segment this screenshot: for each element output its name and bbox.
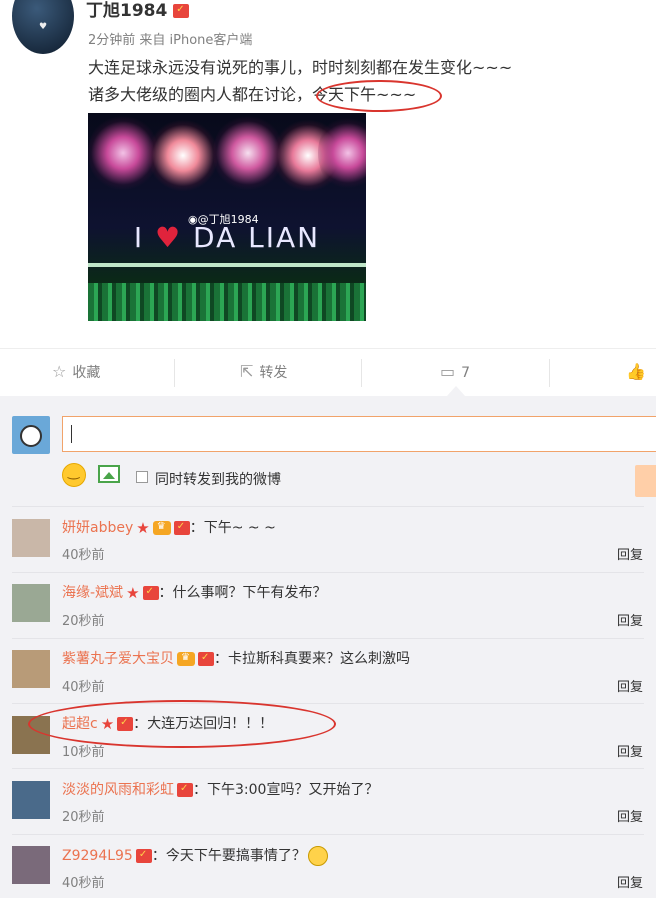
vip-badge-icon	[173, 521, 190, 535]
forward-checkbox[interactable]	[136, 471, 148, 483]
crown-badge-icon	[177, 652, 195, 666]
reply-button[interactable]: 回复	[617, 741, 643, 760]
star-icon: ☆	[52, 362, 67, 381]
comment-icon: ▭	[440, 362, 456, 381]
thinking-emoji-icon	[307, 846, 328, 866]
divider	[12, 506, 644, 507]
water-reflection-graphic	[88, 283, 366, 321]
post-image[interactable]: ◉@丁旭1984 I ♥ DA LIAN	[88, 113, 366, 321]
vip-badge-icon	[177, 783, 193, 797]
commenter-name[interactable]: 海缘-斌斌★：什么事啊？下午有发布？	[62, 582, 327, 602]
comment-time: 40秒前	[62, 680, 105, 695]
action-bar: ☆收藏 ⇱转发 ▭7 👍7	[0, 348, 656, 427]
emoji-icon[interactable]	[62, 463, 86, 487]
commenter-name[interactable]: 紫薯丸子爱大宝贝：卡拉斯科真要来？这么刺激吗	[62, 648, 410, 668]
comment-time: 20秒前	[62, 614, 105, 629]
bridge-graphic	[88, 263, 366, 267]
forward-icon: ⇱	[240, 362, 254, 381]
commenter-avatar[interactable]	[12, 781, 50, 819]
divider	[12, 834, 644, 835]
commenter-name[interactable]: 淡淡的风雨和彩虹：下午3:00宣吗？又开始了？	[62, 779, 378, 799]
author-avatar[interactable]: ♥	[12, 0, 74, 54]
image-upload-icon[interactable]	[98, 465, 120, 483]
forward-checkbox-label: 同时转发到我的微博	[155, 472, 281, 488]
reply-button[interactable]: 回复	[617, 610, 643, 629]
comment-text: ：下午3:00宣吗？又开始了？	[193, 782, 379, 798]
comment-arrow-icon	[447, 386, 465, 396]
reply-button[interactable]: 回复	[617, 544, 643, 563]
divider	[549, 359, 550, 387]
divider	[12, 768, 644, 769]
vip-badge-icon	[173, 4, 190, 18]
divider	[12, 572, 644, 573]
highlight-circle-annotation	[28, 700, 336, 748]
vip-badge-icon	[198, 652, 214, 666]
post-meta: 2分钟前 来自 iPhone客户端	[88, 33, 253, 48]
like-button[interactable]: 👍7	[626, 349, 656, 427]
comment-text: ：什么事啊？下午有发布？	[158, 585, 327, 601]
comment-time: 40秒前	[62, 876, 105, 891]
divider	[361, 359, 362, 387]
author-name[interactable]: 丁旭1984	[86, 0, 190, 21]
submit-comment-button[interactable]	[635, 465, 656, 497]
comment-input[interactable]	[62, 416, 656, 452]
post-line-1: 大连足球永远没有说死的事儿，时时刻刻都在发生变化~~~	[88, 58, 513, 77]
forward-button[interactable]: ⇱ 转发	[240, 349, 287, 397]
favorite-button[interactable]: ☆ 收藏	[52, 349, 100, 397]
text-caret	[71, 425, 72, 443]
reply-button[interactable]: 回复	[617, 806, 643, 825]
commenter-avatar[interactable]	[12, 584, 50, 622]
highlight-circle-annotation	[316, 80, 442, 112]
vip-badge-icon	[135, 849, 152, 863]
firework-2	[148, 118, 218, 193]
my-avatar	[12, 416, 50, 454]
crown-badge-icon	[152, 521, 171, 535]
commenter-name[interactable]: 妍妍abbey★：下午~ ~ ~	[62, 517, 276, 537]
reply-button[interactable]: 回复	[617, 872, 643, 891]
commenter-avatar[interactable]	[12, 846, 50, 884]
commenter-avatar[interactable]	[12, 650, 50, 688]
commenter-name[interactable]: Z9294L95：今天下午要搞事情了？	[62, 845, 328, 866]
star-badge-icon: ★	[136, 519, 150, 537]
divider	[174, 359, 175, 387]
i-love-dalian-text: I ♥ DA LIAN	[133, 221, 321, 254]
comment-time: 20秒前	[62, 810, 105, 825]
heart-icon: ♥	[155, 221, 183, 254]
comment-text: ：今天下午要搞事情了？	[151, 848, 306, 864]
commenter-avatar[interactable]	[12, 519, 50, 557]
comment-text: ：下午~ ~ ~	[189, 520, 276, 536]
comment-time: 40秒前	[62, 548, 105, 563]
comment-text: ：卡拉斯科真要来？这么刺激吗	[214, 651, 410, 667]
vip-badge-icon	[142, 586, 159, 600]
reply-button[interactable]: 回复	[617, 676, 643, 695]
star-badge-icon: ★	[126, 584, 140, 602]
thumbs-up-icon: 👍	[626, 362, 646, 381]
divider	[12, 638, 644, 639]
